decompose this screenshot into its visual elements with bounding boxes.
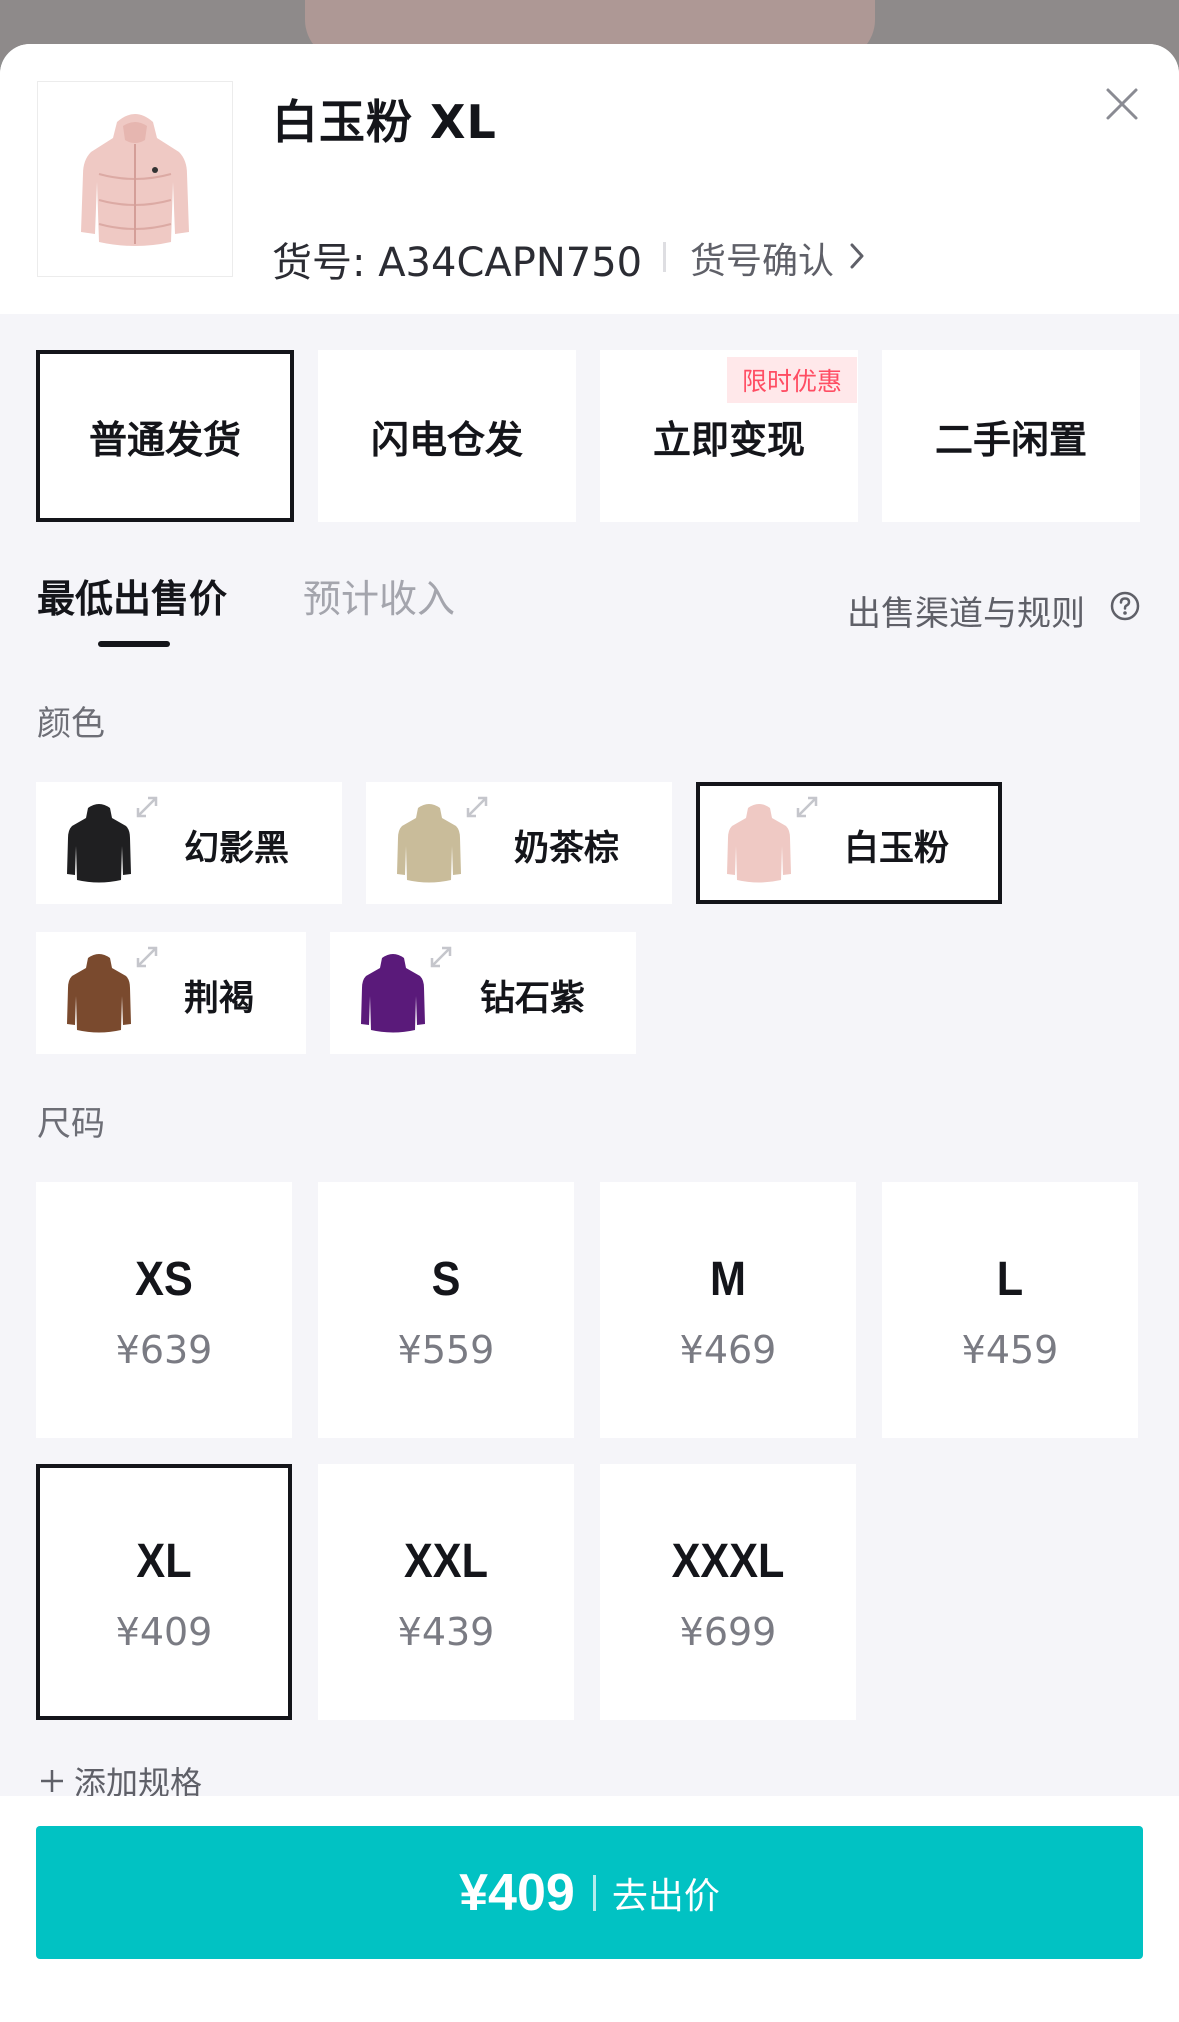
expand-icon[interactable] (462, 792, 492, 822)
expand-icon[interactable] (132, 942, 162, 972)
article-number: 货号: A34CAPN750 (272, 240, 643, 286)
expand-icon[interactable] (792, 792, 822, 822)
jacket-thumb-icon (361, 954, 425, 1033)
color-name: 白玉粉 (844, 829, 950, 869)
product-thumbnail (37, 81, 233, 277)
size-price: ¥439 (397, 1610, 495, 1654)
sheet-header: 白玉粉 XL 货号: A34CAPN750 货号确认 (0, 44, 1179, 314)
color-name: 奶茶棕 (514, 829, 620, 869)
size-price: ¥469 (679, 1328, 777, 1372)
place-bid-button[interactable]: ¥409 去出价 (36, 1826, 1143, 1959)
jacket-thumb-icon (397, 804, 461, 883)
promo-badge: 限时优惠 (727, 357, 857, 403)
color-name: 幻影黑 (184, 829, 290, 869)
size-label: XS (135, 1253, 193, 1306)
color-section-label: 颜色 (37, 704, 105, 744)
shipping-option-secondhand[interactable]: 二手闲置 (882, 350, 1140, 522)
color-option-milk-tea[interactable]: 奶茶棕 (366, 782, 672, 904)
tab-active-indicator (98, 641, 170, 647)
size-label: M (710, 1253, 746, 1306)
size-option-l[interactable]: L ¥459 (882, 1182, 1138, 1438)
help-circle-icon[interactable] (1109, 590, 1141, 622)
article-confirm-link[interactable]: 货号确认 (690, 232, 834, 284)
size-section-label: 尺码 (37, 1104, 105, 1144)
size-price: ¥639 (115, 1328, 213, 1372)
size-price: ¥699 (679, 1610, 777, 1654)
shipping-option-normal[interactable]: 普通发货 (36, 350, 294, 522)
tab-lowest-price[interactable]: 最低出售价 (37, 568, 227, 623)
size-label: S (431, 1253, 461, 1306)
size-option-xxxl[interactable]: XXXL ¥699 (600, 1464, 856, 1720)
sales-rules-link[interactable]: 出售渠道与规则 (847, 586, 1085, 635)
divider (663, 242, 666, 272)
shipping-option-flash[interactable]: 闪电仓发 (318, 350, 576, 522)
size-option-xs[interactable]: XS ¥639 (36, 1182, 292, 1438)
size-label: XXXL (671, 1535, 785, 1588)
size-price: ¥559 (397, 1328, 495, 1372)
tab-estimated-income[interactable]: 预计收入 (303, 568, 455, 623)
size-price: ¥459 (961, 1328, 1059, 1372)
color-option-black[interactable]: 幻影黑 (36, 782, 342, 904)
size-label: XXL (403, 1535, 489, 1588)
color-option-brown[interactable]: 荆褐 (36, 932, 306, 1054)
selection-sheet: 白玉粉 XL 货号: A34CAPN750 货号确认 普通发货 闪电仓发 立即变… (0, 44, 1179, 2022)
size-option-xxl[interactable]: XXL ¥439 (318, 1464, 574, 1720)
size-label: L (996, 1253, 1024, 1306)
jacket-thumb-icon (727, 804, 791, 883)
bid-action-label: 去出价 (611, 1875, 720, 1917)
size-option-s[interactable]: S ¥559 (318, 1182, 574, 1438)
color-name: 荆褐 (184, 979, 255, 1019)
product-title: 白玉粉 XL (272, 95, 497, 149)
color-option-jade-pink[interactable]: 白玉粉 (696, 782, 1002, 904)
divider (592, 1874, 596, 1911)
bid-price: ¥409 (459, 1863, 575, 1922)
jacket-image (81, 114, 189, 246)
chevron-right-icon[interactable] (849, 242, 865, 270)
close-icon[interactable] (1100, 82, 1144, 126)
expand-icon[interactable] (426, 942, 456, 972)
jacket-thumb-icon (67, 804, 131, 883)
size-price: ¥409 (115, 1610, 213, 1654)
jacket-thumb-icon (67, 954, 131, 1033)
size-option-m[interactable]: M ¥469 (600, 1182, 856, 1438)
expand-icon[interactable] (132, 792, 162, 822)
size-option-xl[interactable]: XL ¥409 (36, 1464, 292, 1720)
plus-icon (41, 1770, 63, 1792)
color-name: 钻石紫 (480, 979, 586, 1019)
size-label: XL (136, 1535, 192, 1588)
color-option-purple[interactable]: 钻石紫 (330, 932, 636, 1054)
